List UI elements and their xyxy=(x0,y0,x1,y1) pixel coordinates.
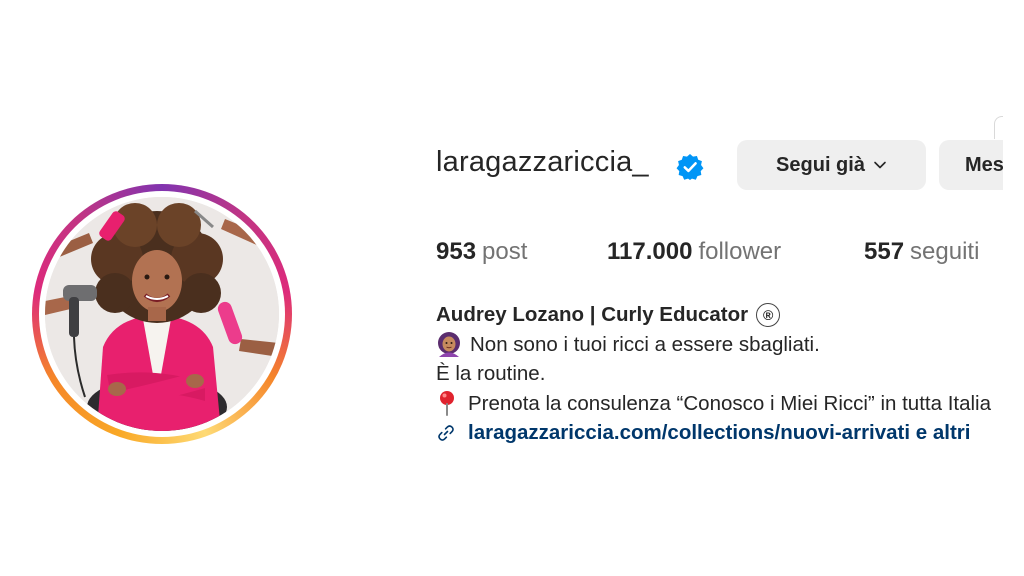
bio-text-1: Non sono i tuoi ricci a essere sbagliati… xyxy=(470,332,820,356)
viewport-edge xyxy=(1003,0,1024,576)
posts-count: 953 xyxy=(436,238,477,265)
profile-header: laragazzariccia_ Segui già Messaggio 953… xyxy=(0,0,1024,576)
profile-avatar-story-ring[interactable] xyxy=(32,184,292,444)
profile-avatar xyxy=(45,197,279,431)
posts-label: post xyxy=(482,238,528,265)
avatar-photo-illustration xyxy=(45,197,279,431)
following-count: 557 xyxy=(864,238,905,265)
verified-badge-icon xyxy=(676,154,704,180)
round-pushpin-icon xyxy=(440,391,454,417)
bio-line-3: Prenota la consulenza “Conosco i Miei Ri… xyxy=(436,389,1004,419)
bio-external-link[interactable]: laragazzariccia.com/collections/nuovi-ar… xyxy=(436,418,1004,448)
following-label: seguiti xyxy=(910,238,980,265)
registered-mark: ® xyxy=(756,302,781,327)
bio-line-1: Non sono i tuoi ricci a essere sbagliati… xyxy=(436,330,1004,360)
avatar-ring-gap xyxy=(39,191,285,437)
bio-link-text: laragazzariccia.com/collections/nuovi-ar… xyxy=(468,421,971,444)
chevron-down-icon xyxy=(874,161,886,169)
followers-count: 117.000 xyxy=(607,238,693,265)
following-button[interactable]: Segui già xyxy=(737,140,926,190)
stat-followers[interactable]: 117.000 follower xyxy=(607,238,781,266)
bio-name-line: Audrey Lozano | Curly Educator ® xyxy=(436,300,1004,330)
link-icon xyxy=(438,424,454,441)
stat-posts: 953 post xyxy=(436,238,527,266)
bio-text-3: Prenota la consulenza “Conosco i Miei Ri… xyxy=(468,391,991,415)
bio-full-name: Audrey Lozano | Curly Educator xyxy=(436,303,749,326)
woman-curly-hair-emoji-icon xyxy=(438,332,460,358)
bio-line-2: È la routine. xyxy=(436,359,1004,389)
following-button-label: Segui già xyxy=(776,153,865,176)
profile-bio: Audrey Lozano | Curly Educator ® Non son… xyxy=(436,300,1004,448)
followers-label: follower xyxy=(698,238,782,265)
bio-text-2: È la routine. xyxy=(436,362,546,385)
profile-username: laragazzariccia_ xyxy=(436,146,649,178)
stat-following[interactable]: 557 seguiti xyxy=(864,238,979,266)
